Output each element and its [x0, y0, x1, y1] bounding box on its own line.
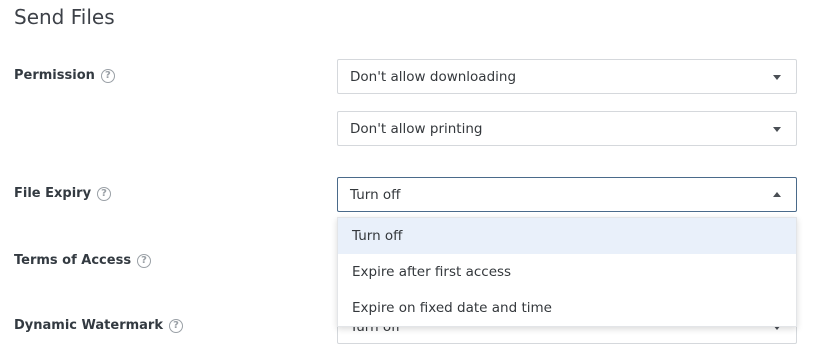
- file-expiry-select[interactable]: Turn off: [337, 177, 797, 212]
- dropdown-option-turn-off[interactable]: Turn off: [338, 218, 796, 254]
- terms-of-access-label: Terms of Access: [14, 253, 132, 268]
- permission-row-label: Permission ?: [14, 68, 115, 83]
- dropdown-option-expire-after-first-access[interactable]: Expire after first access: [338, 254, 796, 290]
- download-permission-value: Don't allow downloading: [350, 68, 517, 85]
- file-expiry-dropdown-menu: Turn off Expire after first access Expir…: [337, 217, 797, 327]
- print-permission-value: Don't allow printing: [350, 120, 483, 137]
- help-icon[interactable]: ?: [169, 318, 183, 333]
- dynamic-watermark-label: Dynamic Watermark: [14, 318, 163, 333]
- chevron-down-icon: [773, 126, 781, 132]
- terms-of-access-row-label: Terms of Access ?: [14, 253, 152, 268]
- dynamic-watermark-row-label: Dynamic Watermark ?: [14, 318, 183, 333]
- download-permission-select[interactable]: Don't allow downloading: [337, 59, 797, 94]
- help-icon[interactable]: ?: [137, 253, 152, 268]
- dropdown-option-expire-on-fixed-date[interactable]: Expire on fixed date and time: [338, 290, 796, 326]
- permission-label: Permission: [14, 68, 95, 83]
- help-icon[interactable]: ?: [100, 68, 115, 83]
- chevron-down-icon: [773, 74, 781, 80]
- file-expiry-row-label: File Expiry ?: [14, 186, 112, 201]
- file-expiry-label: File Expiry: [14, 186, 92, 201]
- chevron-up-icon: [773, 191, 781, 197]
- help-icon[interactable]: ?: [97, 186, 112, 201]
- page-title: Send Files: [14, 5, 115, 29]
- print-permission-select[interactable]: Don't allow printing: [337, 111, 797, 146]
- file-expiry-value: Turn off: [350, 186, 401, 203]
